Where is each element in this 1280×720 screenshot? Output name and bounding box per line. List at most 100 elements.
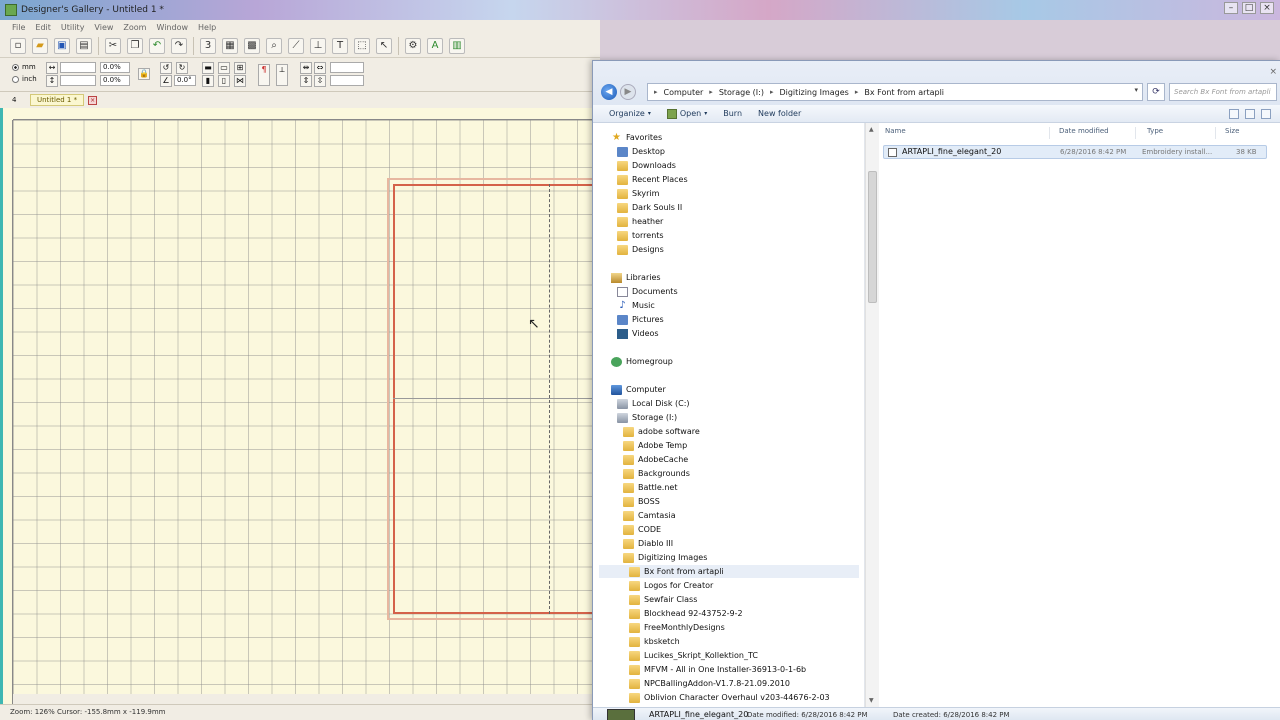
nav-folder[interactable]: Lucikes_Skript_Kollektion_TC (629, 649, 758, 662)
height-percent-field[interactable]: 0.0% (100, 75, 130, 86)
undo-icon[interactable]: ↶ (149, 37, 165, 54)
group-icon[interactable]: ⊞ (234, 62, 246, 74)
refresh-icon[interactable]: ⟳ (1147, 83, 1165, 101)
space-v-icon[interactable]: ⇕ (300, 75, 312, 87)
nav-folder[interactable]: BOSS (623, 495, 660, 508)
address-bar[interactable]: ▸ Computer ▸ Storage (I:) ▸ Digitizing I… (647, 83, 1143, 101)
menu-utility[interactable]: Utility (61, 23, 85, 32)
spacing-v-input[interactable] (330, 75, 364, 86)
nav-folder[interactable]: MFVM - All in One Installer-36913-0-1-6b (629, 663, 806, 676)
menu-file[interactable]: File (12, 23, 25, 32)
breadcrumb-storage[interactable]: Storage (I:) (719, 88, 764, 97)
nav-folder[interactable]: FreeMonthlyDesigns (629, 621, 725, 634)
tab-untitled-1[interactable]: Untitled 1 * (30, 94, 85, 106)
align-center-icon[interactable]: ▯ (218, 75, 230, 87)
zoom-icon[interactable]: ⌕ (266, 37, 282, 54)
breadcrumb-computer[interactable]: Computer (664, 88, 704, 97)
nav-item-recent[interactable]: Recent Places (617, 173, 688, 186)
thread-icon[interactable]: ¶ (258, 64, 270, 86)
nav-item-pictures[interactable]: Pictures (617, 313, 664, 326)
unit-mm-radio[interactable]: mm (12, 63, 36, 71)
nav-item-dark-souls[interactable]: Dark Souls II (617, 201, 682, 214)
save-icon[interactable]: ▣ (54, 37, 70, 54)
select-region-icon[interactable]: ⬚ (354, 37, 370, 54)
distribute-icon[interactable]: ⋈ (234, 75, 246, 87)
nav-drive-i[interactable]: Storage (I:) (617, 411, 677, 424)
nav-folder[interactable]: Sewfair Class (629, 593, 697, 606)
view-mode-icon[interactable] (1229, 109, 1239, 119)
scroll-down-icon[interactable]: ▼ (869, 697, 874, 704)
column-divider[interactable] (1049, 127, 1050, 139)
menu-zoom[interactable]: Zoom (123, 23, 146, 32)
nav-computer[interactable]: Computer (611, 383, 666, 396)
nav-folder-selected[interactable]: Bx Font from artapli (599, 565, 859, 578)
space-h2-icon[interactable]: ⇔ (314, 62, 326, 74)
nav-item-torrents[interactable]: torrents (617, 229, 664, 242)
nav-folder[interactable]: Diablo III (623, 537, 673, 550)
maximize-icon[interactable]: □ (1242, 2, 1256, 14)
lettering-icon[interactable]: A (427, 37, 443, 54)
nav-folder[interactable]: Logos for Creator (629, 579, 713, 592)
breadcrumb-bx-font[interactable]: Bx Font from artapli (864, 88, 944, 97)
menu-window[interactable]: Window (156, 23, 188, 32)
column-divider[interactable] (1135, 127, 1136, 139)
copy-icon[interactable]: ❐ (127, 37, 143, 54)
rotation-field[interactable]: 0.0° (174, 75, 196, 86)
rotate-left-icon[interactable]: ↺ (160, 62, 172, 74)
navigation-scrollbar[interactable]: ▲ ▼ (865, 123, 879, 707)
explorer-close-icon[interactable]: × (1269, 67, 1277, 77)
back-arrow-icon[interactable]: ◀ (601, 84, 617, 100)
space-v2-icon[interactable]: ⇳ (314, 75, 326, 87)
nav-item-documents[interactable]: Documents (617, 285, 678, 298)
grid-icon[interactable]: ▩ (244, 37, 260, 54)
nav-drive-c[interactable]: Local Disk (C:) (617, 397, 690, 410)
nav-folder[interactable]: adobe software (623, 425, 700, 438)
mirror-v-icon[interactable]: ▭ (218, 62, 230, 74)
help-icon[interactable] (1261, 109, 1271, 119)
minimize-icon[interactable]: – (1224, 2, 1238, 14)
nav-item-videos[interactable]: Videos (617, 327, 659, 340)
nav-homegroup[interactable]: Homegroup (611, 355, 673, 368)
new-file-icon[interactable]: ▫ (10, 37, 26, 54)
column-type[interactable]: Type (1147, 127, 1163, 141)
burn-button[interactable]: Burn (723, 109, 742, 118)
width-percent-field[interactable]: 0.0% (100, 62, 130, 73)
close-icon[interactable]: × (1260, 2, 1274, 14)
nav-item-designs[interactable]: Designs (617, 243, 664, 256)
align-left-icon[interactable]: ▮ (202, 75, 214, 87)
menu-edit[interactable]: Edit (35, 23, 51, 32)
nav-folder[interactable]: kbsketch (629, 635, 680, 648)
nav-folder[interactable]: Adobe Temp (623, 439, 687, 452)
measure-icon[interactable]: ⟋ (288, 37, 304, 54)
nav-folder[interactable]: Battle.net (623, 481, 677, 494)
embroidery-icon[interactable]: ▥ (449, 37, 465, 54)
print-icon[interactable]: ▤ (76, 37, 92, 54)
nav-folder[interactable]: Oblivion Character Overhaul v203-44676-2… (629, 691, 830, 704)
cut-icon[interactable]: ✂ (105, 37, 121, 54)
spacing-h-input[interactable] (330, 62, 364, 73)
3d-view-icon[interactable]: 3 (200, 37, 216, 54)
new-folder-button[interactable]: New folder (758, 109, 801, 118)
mirror-h-icon[interactable]: ▬ (202, 62, 214, 74)
nav-folder[interactable]: Blockhead 92-43752-9-2 (629, 607, 743, 620)
scroll-up-icon[interactable]: ▲ (869, 126, 874, 133)
height-input[interactable] (60, 75, 96, 86)
scroll-thumb[interactable] (868, 171, 877, 303)
design-canvas[interactable]: ↖ (0, 108, 601, 704)
redo-icon[interactable]: ↷ (171, 37, 187, 54)
file-row[interactable]: ARTAPLI_fine_elegant_20 6/28/2016 8:42 P… (883, 145, 1267, 159)
width-input[interactable] (60, 62, 96, 73)
nav-folder[interactable]: Digitizing Images (623, 551, 707, 564)
nav-folder[interactable]: Backgrounds (623, 467, 690, 480)
nav-folder[interactable]: CODE (623, 523, 661, 536)
text-icon[interactable]: T (332, 37, 348, 54)
open-folder-icon[interactable]: ▰ (32, 37, 48, 54)
preview-pane-icon[interactable] (1245, 109, 1255, 119)
pointer-icon[interactable]: ↖ (376, 37, 392, 54)
nav-item-desktop[interactable]: Desktop (617, 145, 665, 158)
nav-favorites[interactable]: ★ Favorites (611, 131, 662, 144)
menu-view[interactable]: View (94, 23, 113, 32)
unit-inch-radio[interactable]: inch (12, 75, 37, 83)
color-palette-icon[interactable]: ▦ (222, 37, 238, 54)
nav-libraries[interactable]: Libraries (611, 271, 661, 284)
